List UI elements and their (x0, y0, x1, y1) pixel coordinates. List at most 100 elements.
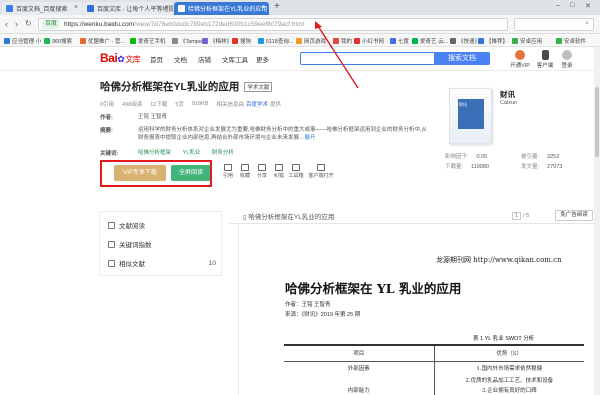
tab-favicon-icon (178, 5, 185, 12)
expand-link[interactable]: 展开 (305, 135, 316, 141)
bookmark-item[interactable]: 搜狗 (232, 37, 251, 45)
stat-value: 0.05 (476, 154, 488, 160)
bookmark-item[interactable]: 《Tampe (172, 37, 202, 45)
current-page-input[interactable]: 1 (512, 212, 522, 220)
close-icon[interactable]: × (74, 4, 78, 11)
bookmark-item[interactable]: 安卓应用 (512, 37, 542, 45)
bookmark-item[interactable]: 【推荐】· (478, 37, 507, 45)
bookmark-item[interactable]: 七度 (390, 37, 409, 45)
bookmark-favicon-icon (232, 38, 238, 44)
sidebar-label: 文献阅读 (119, 223, 145, 230)
browser-tab-1[interactable]: 百度文档_百度搜索 × (2, 2, 82, 15)
browser-tab-2[interactable]: 百度文库 - 让每个人平等地提升自我 × (83, 2, 173, 15)
bookmark-label: 应当管理·小 (12, 39, 42, 45)
url-text: https://wenku.baidu.com/view/7d76eb0dcdc… (64, 21, 304, 28)
bookmark-item[interactable]: 《梅林》 (202, 37, 232, 45)
page-indicator[interactable]: 1/ 5 (512, 212, 529, 220)
sidebar-item-keyword-index[interactable]: 关键词指数 (108, 239, 216, 249)
close-icon[interactable]: × (261, 4, 265, 11)
back-icon[interactable]: ‹ (5, 19, 8, 29)
nav-docs[interactable]: 文档 (174, 54, 187, 64)
close-icon[interactable]: × (165, 4, 169, 11)
bookmark-favicon-icon (333, 38, 339, 44)
sidebar-item-similar[interactable]: 相似文献 10 (108, 258, 216, 268)
refresh-icon[interactable]: ↻ (25, 19, 32, 29)
tab-label: 百度文库 - 让每个人平等地提升自我 (97, 7, 173, 13)
forward-icon[interactable]: › (15, 19, 18, 29)
viewer-header: ▯ 哈佛分析框架在YL乳业的应用 1/ 5 免广告阅读 (229, 206, 595, 224)
keyword-tag[interactable]: YL乳业 (183, 149, 201, 157)
bookmark-item[interactable]: 爱奇艺·云... (412, 37, 448, 45)
cite-count: 0引用 (100, 102, 115, 108)
bookmark-label: 5118查询... (266, 39, 294, 45)
share-icon (258, 164, 266, 171)
bookmark-label: 360搜索 (52, 39, 73, 45)
list-icon (108, 259, 115, 267)
nav-more[interactable]: 更多 (256, 54, 269, 64)
baidu-wenku-logo[interactable]: Bai✿文库 (100, 51, 141, 65)
bookmark-item[interactable]: 360搜索 (44, 37, 72, 45)
file-size: 818KB (191, 101, 209, 107)
browser-tab-3-active[interactable]: 哈佛分析框架在YL乳业的应用 × (174, 2, 269, 15)
bookmark-label: 搜狗 (240, 39, 252, 45)
bookmark-favicon-icon (202, 38, 208, 44)
bookmarks-bar: 应当管理·小 360搜索 优盟推广 - 营... 爱奇艺手机 《Tampe 《梅林》 搜狗 5… (0, 34, 600, 47)
bookmark-item[interactable]: 安卓软件 (556, 37, 586, 45)
login-button[interactable]: 登录 (557, 50, 577, 69)
nav-tools[interactable]: 文库工具 (222, 54, 248, 64)
journal-cover-image[interactable]: 财讯 (449, 88, 492, 144)
document-icon (108, 221, 115, 229)
bookmark-item[interactable]: 优盟推广 - 营... (80, 37, 125, 45)
bookmark-item[interactable]: 爱奇艺手机 (130, 37, 166, 45)
bookmark-favicon-icon (44, 38, 50, 44)
abstract-text: 运用科学的财务分析体系对企业发展尤为重要,哈佛财务分析中的重大或事——哈佛分析框… (138, 127, 428, 141)
journal-name[interactable]: 财讯 (500, 89, 515, 100)
search-icon[interactable]: ⌕ (585, 20, 589, 28)
login-label: 登录 (561, 63, 573, 69)
address-bar[interactable]: 百度 https://wenku.baidu.com/view/7d76eb0d… (38, 18, 508, 31)
favorite-action[interactable]: 收藏 (236, 164, 254, 179)
toolbox-label: 工具箱 (288, 173, 304, 179)
nav-home[interactable]: 首页 (150, 54, 163, 64)
browser-search-box[interactable]: ⌕ (514, 18, 594, 31)
client-button[interactable]: 客户端 (535, 50, 555, 69)
table-cell: 外部因素 (284, 360, 434, 375)
bookmark-item[interactable]: 网页游戏 (296, 37, 326, 45)
paw-icon: ✿ (117, 54, 125, 64)
open-client-action[interactable]: 客户端打开 (306, 164, 336, 179)
sidebar-item-reading[interactable]: 文献阅读 (108, 220, 216, 230)
search-docs-button[interactable]: 搜索文档 (434, 52, 490, 65)
phone-icon (541, 50, 549, 60)
baidu-scholar-link[interactable]: 百度学术 (246, 100, 268, 108)
maximize-icon[interactable]: □ (570, 2, 574, 9)
toolbox-icon (292, 164, 300, 171)
bookmark-item[interactable]: 应当管理·小 (4, 37, 41, 45)
keywords-value: 哈佛分析框架 YL乳业 财务分析 (138, 149, 244, 157)
nav-shop[interactable]: 店铺 (198, 54, 211, 64)
doc-search-input[interactable] (300, 52, 434, 65)
bookmark-item[interactable]: 我的 (333, 37, 352, 45)
bookmark-item[interactable]: 《快速》 (450, 37, 480, 45)
abstract-key: 摘要: (100, 128, 113, 134)
authors-value[interactable]: 王铭 王智青 (138, 113, 167, 121)
open-client-label: 客户端打开 (308, 173, 334, 179)
keyword-tag[interactable]: 财务分析 (212, 149, 234, 157)
download-total: 下载量: 119980 (445, 162, 489, 170)
share-action[interactable]: 分享 (253, 164, 271, 179)
minimize-icon[interactable]: – (556, 2, 560, 9)
bookmark-item[interactable]: 小红书网 (354, 37, 384, 45)
report-action[interactable]: 纠错 (270, 164, 288, 179)
new-tab-icon[interactable]: + (274, 1, 280, 12)
toolbox-action[interactable]: 工具箱 (287, 164, 305, 179)
bookmark-favicon-icon (130, 38, 136, 44)
keyword-tag[interactable]: 哈佛分析框架 (138, 149, 171, 157)
vip-button[interactable]: 开通VIP (510, 50, 530, 69)
ad-free-read-button[interactable]: 免广告阅读 (555, 210, 593, 221)
cite-action[interactable]: 引用 (219, 164, 237, 179)
page-scrollbar[interactable] (594, 47, 600, 395)
scrollbar-thumb[interactable] (595, 87, 599, 157)
bookmark-item[interactable]: 5118查询... (258, 37, 293, 45)
secure-badge: 百度 (42, 20, 61, 29)
window-close-icon[interactable]: ✕ (585, 2, 591, 10)
table-header-cell: 优势（S） (433, 344, 584, 361)
